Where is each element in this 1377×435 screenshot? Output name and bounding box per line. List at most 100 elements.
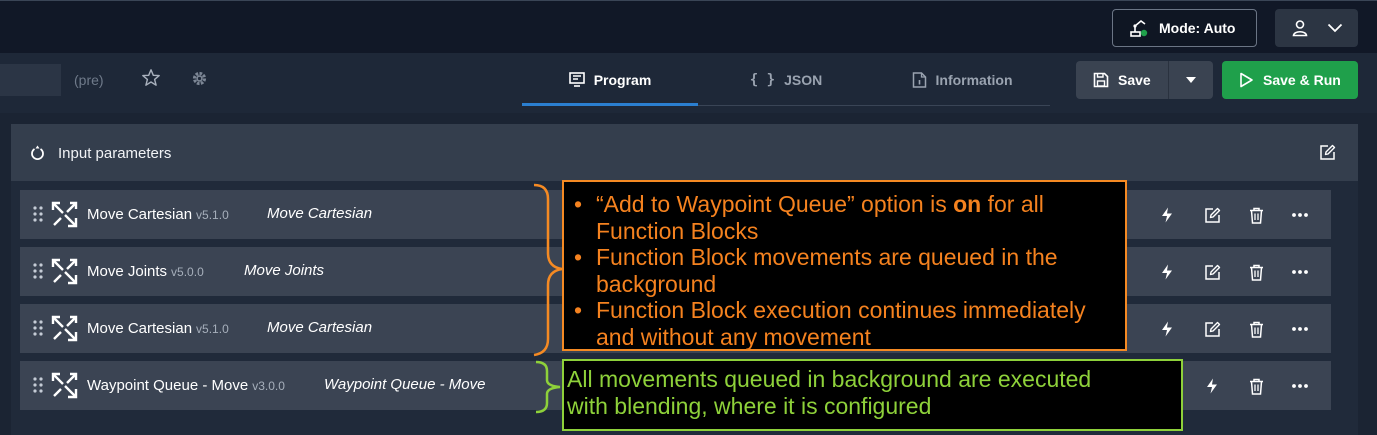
play-icon — [1240, 72, 1253, 88]
annotation-text: All movements queued in background are e… — [567, 366, 1092, 419]
function-block-version: v3.0.0 — [252, 379, 285, 393]
trash-icon — [1249, 207, 1263, 224]
lightning-icon — [1162, 321, 1172, 337]
annotation-bullet: Function Block execution continues immed… — [574, 297, 1125, 350]
edit-icon — [1204, 264, 1220, 280]
pre-label: (pre) — [74, 72, 104, 88]
trash-icon — [1249, 321, 1263, 338]
lightning-icon — [1207, 378, 1217, 394]
more-horizontal-icon — [1292, 270, 1308, 274]
tab-json-label: JSON — [784, 71, 823, 88]
function-block-version: v5.1.0 — [196, 322, 229, 336]
move-arrows-icon — [51, 258, 78, 285]
mode-label: Mode: Auto — [1159, 20, 1236, 36]
annotation-bold-text: on — [953, 191, 982, 217]
edit-icon — [1204, 207, 1220, 223]
input-parameters-label: Input parameters — [58, 145, 172, 162]
edit-block-button[interactable] — [1202, 262, 1222, 282]
function-block-title: Move Cartesian — [87, 320, 193, 337]
function-block-version: v5.0.0 — [171, 265, 204, 279]
execute-button[interactable] — [1157, 319, 1177, 339]
trash-icon — [1249, 378, 1263, 395]
more-options-button[interactable] — [1290, 262, 1310, 282]
move-arrows-icon — [51, 201, 78, 228]
execute-button[interactable] — [1157, 205, 1177, 225]
delete-button[interactable] — [1246, 319, 1266, 339]
monitor-icon — [568, 72, 585, 87]
function-block-name: Move Joints v5.0.0 — [87, 263, 204, 280]
annotation-bullet: “Add to Waypoint Queue” option is on for… — [574, 191, 1125, 244]
save-options-dropdown[interactable] — [1168, 61, 1213, 99]
orange-brace — [533, 183, 563, 357]
edit-icon — [1204, 321, 1220, 337]
function-block-alias: Move Cartesian — [267, 205, 373, 222]
tab-program[interactable]: Program — [522, 53, 698, 106]
execute-button[interactable] — [1157, 262, 1177, 282]
function-block-title: Move Joints — [87, 263, 168, 280]
chevron-down-icon — [1327, 23, 1342, 33]
function-block-name: Move Cartesian v5.1.0 — [87, 206, 229, 223]
save-label: Save — [1118, 72, 1151, 88]
save-and-run-button[interactable]: Save & Run — [1222, 61, 1358, 99]
drag-handle-icon[interactable] — [33, 263, 43, 279]
tab-information-label: Information — [935, 71, 1013, 88]
star-icon[interactable] — [141, 68, 161, 88]
caret-down-icon — [1186, 77, 1196, 83]
lightning-icon — [1162, 207, 1172, 223]
tab-information[interactable]: Information — [874, 53, 1050, 106]
delete-button[interactable] — [1246, 376, 1266, 396]
tab-json[interactable]: { } JSON — [698, 53, 874, 106]
delete-button[interactable] — [1246, 262, 1266, 282]
function-block-title: Waypoint Queue - Move — [87, 377, 249, 394]
move-arrows-icon — [51, 372, 78, 399]
power-refresh-icon — [31, 145, 44, 160]
save-button[interactable]: Save — [1076, 61, 1176, 99]
drag-handle-icon[interactable] — [33, 206, 43, 222]
braces-icon: { } — [749, 71, 776, 88]
active-tab-indicator — [522, 103, 698, 106]
green-brace — [535, 360, 561, 414]
function-block-alias: Move Cartesian — [267, 319, 373, 336]
info-document-icon — [912, 71, 926, 88]
drag-handle-icon[interactable] — [33, 377, 43, 393]
user-menu-button[interactable] — [1275, 9, 1358, 47]
function-block-name: Waypoint Queue - Move v3.0.0 — [87, 377, 285, 394]
gear-icon[interactable] — [191, 70, 208, 87]
green-annotation-box: All movements queued in background are e… — [562, 359, 1183, 431]
function-block-name: Move Cartesian v5.1.0 — [87, 320, 229, 337]
drag-handle-icon[interactable] — [33, 320, 43, 336]
annotation-bullet: Function Block movements are queued in t… — [574, 244, 1125, 297]
tab-divider — [698, 105, 1050, 106]
execute-button[interactable] — [1202, 376, 1222, 396]
annotation-text: Function Block execution continues immed… — [596, 297, 1086, 350]
user-icon — [1292, 20, 1307, 37]
edit-icon[interactable] — [1319, 144, 1336, 161]
more-options-button[interactable] — [1290, 319, 1310, 339]
more-options-button[interactable] — [1290, 205, 1310, 225]
save-and-run-label: Save & Run — [1263, 72, 1341, 88]
more-options-button[interactable] — [1290, 376, 1310, 396]
function-block-title: Move Cartesian — [87, 206, 193, 223]
tab-program-label: Program — [593, 71, 652, 88]
floppy-disk-icon — [1093, 72, 1109, 88]
function-block-alias: Move Joints — [244, 262, 325, 279]
trash-icon — [1249, 264, 1263, 281]
delete-button[interactable] — [1246, 205, 1266, 225]
more-horizontal-icon — [1292, 213, 1308, 217]
edit-block-button[interactable] — [1202, 205, 1222, 225]
lightning-icon — [1162, 264, 1172, 280]
annotation-text: Function Block movements are queued in t… — [596, 244, 1058, 297]
program-name-input[interactable] — [0, 64, 61, 96]
function-block-alias: Waypoint Queue - Move — [324, 376, 486, 393]
annotation-text: “Add to Waypoint Queue” option is — [596, 191, 954, 217]
more-horizontal-icon — [1292, 327, 1308, 331]
mode-button[interactable]: Mode: Auto — [1112, 9, 1257, 47]
move-arrows-icon — [51, 315, 78, 342]
edit-block-button[interactable] — [1202, 319, 1222, 339]
robot-arm-icon — [1130, 19, 1148, 37]
orange-annotation-box: “Add to Waypoint Queue” option is on for… — [562, 180, 1127, 351]
input-parameters-header[interactable]: Input parameters — [11, 124, 1358, 181]
top-bar: Mode: Auto — [0, 0, 1377, 53]
function-block-version: v5.1.0 — [196, 208, 229, 222]
program-toolbar: (pre) Program { } JSON Information Save … — [0, 53, 1377, 113]
